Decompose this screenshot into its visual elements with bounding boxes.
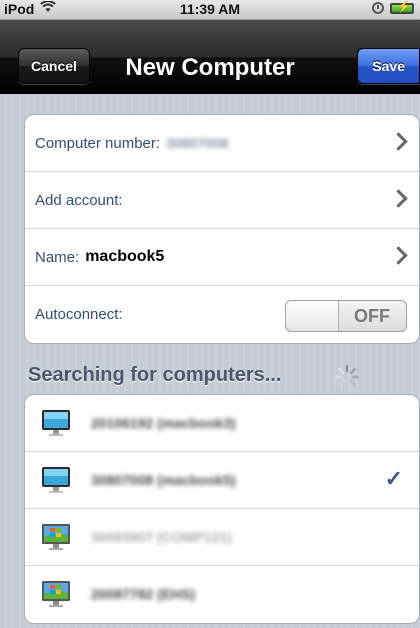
save-button[interactable]: Save: [357, 48, 420, 84]
toggle-knob[interactable]: [286, 301, 339, 331]
computer-row[interactable]: 20106192 (macbook3): [25, 395, 419, 452]
navigation-bar: Cancel New Computer Save: [0, 20, 420, 94]
chevron-right-icon: [389, 189, 408, 208]
mac-monitor-icon: [42, 467, 70, 493]
status-time: 11:39 AM: [179, 1, 241, 17]
computer-name: 20087782 (EHS): [91, 586, 196, 602]
computer-settings-group: Computer number: 30807008 Add account: N…: [24, 114, 420, 344]
add-account-label: Add account:: [35, 191, 123, 209]
chevron-right-icon: [389, 246, 408, 265]
computer-name: 20106192 (macbook3): [91, 415, 236, 431]
computer-name: 30807008 (macbook5): [91, 472, 236, 488]
battery-charging-icon: [390, 0, 414, 14]
autoconnect-toggle[interactable]: OFF: [285, 300, 407, 332]
name-row[interactable]: Name: macbook5: [25, 229, 419, 286]
activity-spinner-icon: [334, 364, 360, 390]
status-icons: [372, 0, 414, 14]
computer-row[interactable]: 20087782 (EHS): [25, 566, 419, 623]
windows-monitor-icon: [42, 581, 70, 607]
status-bar: iPod 11:39 AM: [0, 0, 420, 20]
autoconnect-row: Autoconnect: OFF: [25, 286, 419, 343]
computer-row[interactable]: 30093907 (COMP121): [25, 509, 419, 566]
computer-number-row[interactable]: Computer number: 30807008: [25, 115, 419, 172]
chevron-right-icon: [389, 132, 408, 151]
computer-row[interactable]: 30807008 (macbook5) ✓: [25, 452, 419, 509]
add-account-row[interactable]: Add account:: [25, 172, 419, 229]
autoconnect-label: Autoconnect:: [35, 306, 123, 323]
rotation-lock-icon: [372, 2, 384, 14]
searching-header: Searching for computers...: [28, 364, 282, 386]
windows-monitor-icon: [42, 524, 70, 550]
computer-number-label: Computer number:: [35, 134, 161, 152]
name-label: Name:: [35, 248, 80, 266]
checkmark-icon: ✓: [384, 466, 403, 491]
mac-monitor-icon: [42, 410, 70, 436]
toggle-state-label: OFF: [354, 306, 390, 326]
name-value: macbook5: [85, 248, 165, 265]
computer-number-value: 30807008: [166, 135, 229, 151]
computers-list: 20106192 (macbook3) 30807008 (macbook5) …: [24, 394, 420, 624]
computer-name: 30093907 (COMP121): [91, 529, 232, 545]
